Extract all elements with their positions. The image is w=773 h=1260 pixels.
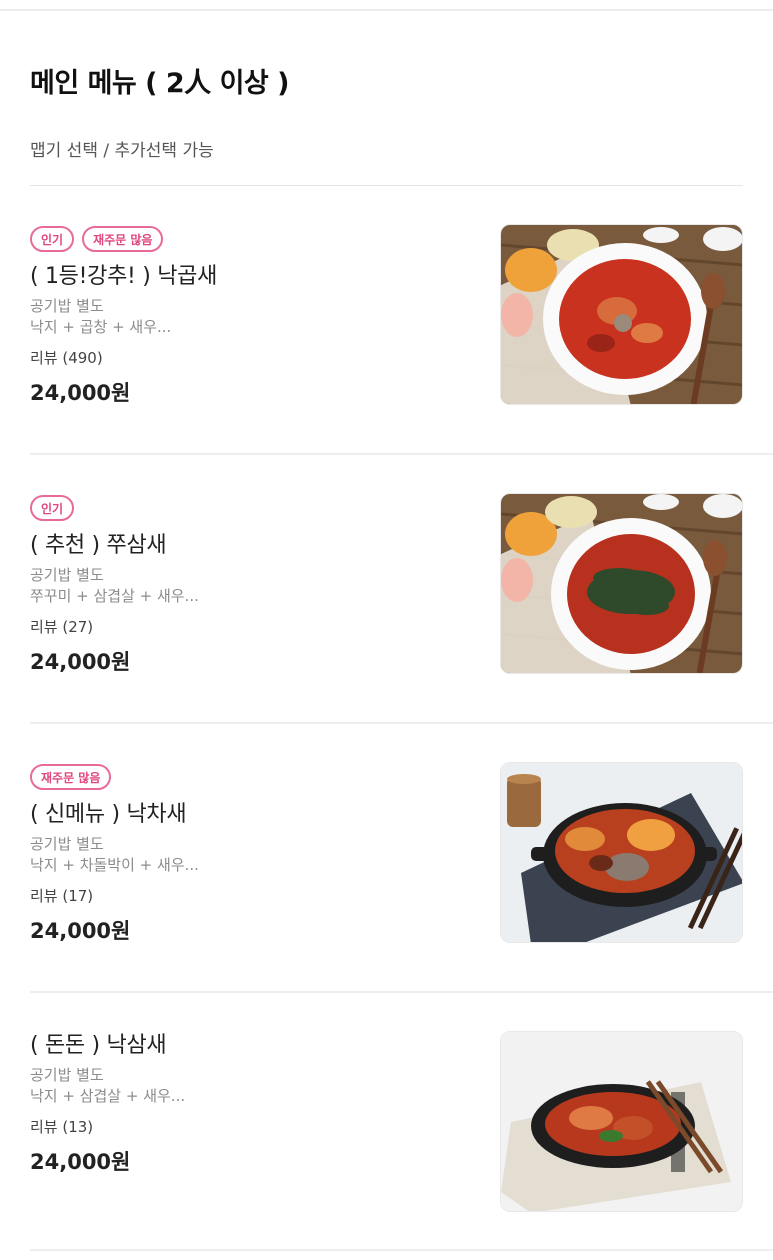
badge-popular: 인기 bbox=[30, 226, 75, 252]
badge-reorder: 재주문 많음 bbox=[30, 764, 112, 790]
menu-list: 인기 재주문 많음 ( 1등!강추! ) 낙곱새 공기밥 별도 낙지 + 곱창 … bbox=[0, 186, 773, 1251]
menu-desc-ingredients: 낙지 + 곱창 + 새우... bbox=[30, 318, 172, 336]
menu-name: ( 추천 ) 쭈삼새 bbox=[30, 533, 167, 558]
badge-row: 인기 재주문 많음 bbox=[30, 226, 480, 254]
menu-desc-rice: 공기밥 별도 bbox=[30, 835, 104, 853]
menu-desc-ingredients: 낙지 + 차돌박이 + 새우... bbox=[30, 856, 199, 874]
menu-name: ( 1등!강추! ) 낙곱새 bbox=[30, 264, 218, 289]
menu-price: 24,000원 bbox=[30, 650, 131, 674]
menu-photo-jjusamsae bbox=[500, 493, 743, 674]
menu-photo-nakgopsae bbox=[500, 224, 743, 405]
menu-desc-rice: 공기밥 별도 bbox=[30, 566, 104, 584]
menu-info: 인기 ( 추천 ) 쭈삼새 공기밥 별도 쭈꾸미 + 삼겹살 + 새우... 리… bbox=[30, 495, 480, 677]
menu-photo-nakchasae bbox=[500, 762, 743, 943]
menu-review-count: 리뷰 (490) bbox=[30, 349, 103, 367]
menu-item-jjusamsae[interactable]: 인기 ( 추천 ) 쭈삼새 공기밥 별도 쭈꾸미 + 삼겹살 + 새우... 리… bbox=[0, 455, 773, 724]
badge-popular: 인기 bbox=[30, 495, 75, 521]
menu-item-nakgopsae[interactable]: 인기 재주문 많음 ( 1등!강추! ) 낙곱새 공기밥 별도 낙지 + 곱창 … bbox=[0, 186, 773, 455]
menu-info: 인기 재주문 많음 ( 1등!강추! ) 낙곱새 공기밥 별도 낙지 + 곱창 … bbox=[30, 226, 480, 408]
section-subtitle: 맵기 선택 / 추가선택 가능 bbox=[30, 141, 214, 161]
menu-price: 24,000원 bbox=[30, 919, 131, 943]
menu-name: ( 신메뉴 ) 낙차새 bbox=[30, 802, 187, 827]
menu-photo-naksamsae bbox=[500, 1031, 743, 1212]
menu-desc-ingredients: 낙지 + 삼겹살 + 새우... bbox=[30, 1087, 186, 1105]
section-title: 메인 메뉴 ( 2人 이상 ) bbox=[30, 68, 290, 99]
menu-desc-rice: 공기밥 별도 bbox=[30, 1066, 104, 1084]
menu-info: ( 돈돈 ) 낙삼새 공기밥 별도 낙지 + 삼겹살 + 새우... 리뷰 (1… bbox=[30, 1031, 480, 1177]
menu-name: ( 돈돈 ) 낙삼새 bbox=[30, 1033, 167, 1058]
menu-item-naksamsae[interactable]: ( 돈돈 ) 낙삼새 공기밥 별도 낙지 + 삼겹살 + 새우... 리뷰 (1… bbox=[0, 993, 773, 1251]
badge-row: 인기 bbox=[30, 495, 480, 523]
menu-desc-ingredients: 쭈꾸미 + 삼겹살 + 새우... bbox=[30, 587, 199, 605]
menu-info: 재주문 많음 ( 신메뉴 ) 낙차새 공기밥 별도 낙지 + 차돌박이 + 새우… bbox=[30, 764, 480, 946]
menu-item-nakchasae[interactable]: 재주문 많음 ( 신메뉴 ) 낙차새 공기밥 별도 낙지 + 차돌박이 + 새우… bbox=[0, 724, 773, 993]
row-divider bbox=[30, 1249, 773, 1251]
menu-review-count: 리뷰 (27) bbox=[30, 618, 94, 636]
menu-review-count: 리뷰 (13) bbox=[30, 1118, 94, 1136]
badge-row: 재주문 많음 bbox=[30, 764, 480, 792]
menu-desc-rice: 공기밥 별도 bbox=[30, 297, 104, 315]
menu-price: 24,000원 bbox=[30, 381, 131, 405]
menu-review-count: 리뷰 (17) bbox=[30, 887, 94, 905]
menu-price: 24,000원 bbox=[30, 1150, 131, 1174]
badge-reorder: 재주문 많음 bbox=[82, 226, 164, 252]
section-header: 메인 메뉴 ( 2人 이상 ) 맵기 선택 / 추가선택 가능 bbox=[30, 62, 743, 164]
top-divider bbox=[0, 9, 773, 11]
